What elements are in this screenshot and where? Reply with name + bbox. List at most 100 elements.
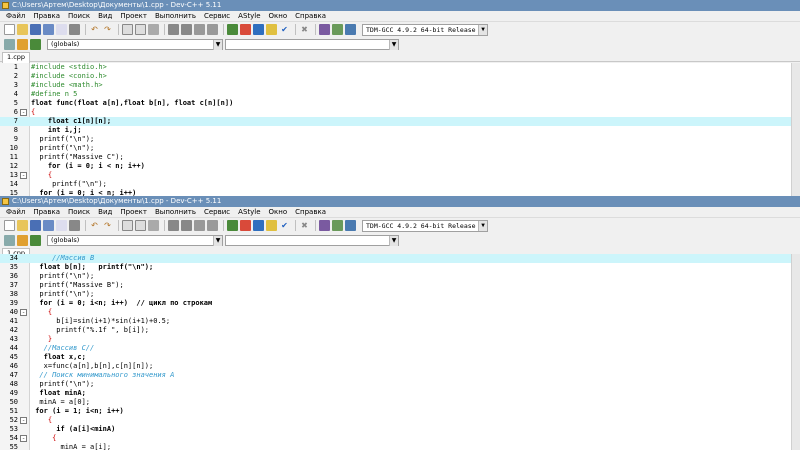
replace-icon[interactable] [135, 220, 146, 231]
vertical-scrollbar[interactable] [791, 63, 800, 198]
code-editor[interactable]: 1 #include <stdio.h> 2 #include <conio.h> 3 #… [0, 63, 800, 198]
close-file-icon[interactable] [56, 24, 67, 35]
new-file-icon[interactable] [4, 24, 15, 35]
toggle-comment-icon[interactable] [194, 24, 205, 35]
code-line[interactable]: 49 float minA; [0, 389, 800, 398]
code-line[interactable]: 14 printf("\n"); [0, 180, 800, 189]
run-icon[interactable] [240, 220, 251, 231]
open-folder-icon[interactable] [17, 24, 28, 35]
toggle-bookmark-icon[interactable] [30, 234, 41, 246]
menu-astyle[interactable]: AStyle [234, 207, 264, 218]
indent-icon[interactable] [168, 24, 179, 35]
code-line[interactable]: 51 for (i = 1; i<n; i++) [0, 407, 800, 416]
goto-line-icon[interactable] [148, 24, 159, 35]
vertical-scrollbar[interactable] [791, 254, 800, 450]
menu-help[interactable]: Справка [291, 207, 330, 218]
code-line[interactable]: 13- { [0, 171, 800, 180]
insert-icon[interactable] [17, 234, 28, 246]
save-icon[interactable] [30, 220, 41, 231]
save-icon[interactable] [30, 24, 41, 35]
fold-toggle-icon[interactable]: - [20, 435, 27, 442]
bookmark-icon[interactable] [207, 220, 218, 231]
profile-icon[interactable] [332, 24, 343, 35]
goto-line-icon[interactable] [148, 220, 159, 231]
code-line[interactable]: 3 #include <math.h> [0, 81, 800, 90]
function-combo[interactable]: ▼ [225, 234, 399, 246]
code-line[interactable]: 46 x=func(a[n],b[n],c[n][n]); [0, 362, 800, 371]
rebuild-icon[interactable] [266, 220, 277, 231]
menu-window[interactable]: Окно [265, 207, 292, 218]
menu-file[interactable]: Файл [2, 11, 29, 22]
menu-help[interactable]: Справка [291, 11, 330, 22]
debug-icon[interactable] [319, 220, 330, 231]
code-line[interactable]: 54- { [0, 434, 800, 443]
code-editor[interactable]: 34 //Массив B 35 float b[n]; printf("\n")… [0, 254, 800, 450]
code-line[interactable]: 4 #define n 5 [0, 90, 800, 99]
code-line[interactable]: 34 //Массив B [0, 254, 800, 263]
compiler-select[interactable]: TDM-GCC 4.9.2 64-bit Release ▼ [362, 219, 488, 232]
project-options-icon[interactable] [345, 220, 356, 231]
debug-icon[interactable] [319, 24, 330, 35]
close-file-icon[interactable] [56, 220, 67, 231]
code-line[interactable]: 12 for (i = 0; i < n; i++) [0, 162, 800, 171]
code-line[interactable]: 5 float func(float a[n],float b[n], float… [0, 99, 800, 108]
run-icon[interactable] [240, 24, 251, 35]
menu-astyle[interactable]: AStyle [234, 11, 264, 22]
menu-project[interactable]: Проект [116, 11, 151, 22]
undo-icon[interactable]: ↶ [89, 24, 100, 35]
replace-icon[interactable] [135, 24, 146, 35]
code-line[interactable]: 53 if (a[i]<minA) [0, 425, 800, 434]
fold-toggle-icon[interactable]: - [20, 109, 27, 116]
code-line[interactable]: 8 int i,j; [0, 126, 800, 135]
code-line[interactable]: 37 printf("Massive B"); [0, 281, 800, 290]
code-line[interactable]: 7 float c1[n][n]; [0, 117, 800, 126]
code-line[interactable]: 55 minA = a[i]; [0, 443, 800, 450]
insert-icon[interactable] [17, 38, 28, 50]
menu-search[interactable]: Поиск [64, 207, 94, 218]
menu-search[interactable]: Поиск [64, 11, 94, 22]
indent-icon[interactable] [168, 220, 179, 231]
code-line[interactable]: 36 printf("\n"); [0, 272, 800, 281]
menu-tools[interactable]: Сервис [200, 207, 234, 218]
undo-icon[interactable]: ↶ [89, 220, 100, 231]
find-icon[interactable] [122, 220, 133, 231]
compile-icon[interactable] [227, 220, 238, 231]
code-line[interactable]: 43 } [0, 335, 800, 344]
toggle-bookmark-icon[interactable] [30, 38, 41, 50]
code-line[interactable]: 41 b[i]=sin(i+1)*sin(i+1)+0.5; [0, 317, 800, 326]
fold-toggle-icon[interactable]: - [20, 309, 27, 316]
redo-icon[interactable]: ↷ [102, 220, 113, 231]
code-line[interactable]: 10 printf("\n"); [0, 144, 800, 153]
code-line[interactable]: 38 printf("\n"); [0, 290, 800, 299]
new-file-icon[interactable] [4, 220, 15, 231]
menu-execute[interactable]: Выполнить [151, 207, 200, 218]
check-syntax-icon[interactable]: ✔ [279, 24, 290, 35]
stop-icon[interactable]: ✖ [299, 24, 310, 35]
menu-edit[interactable]: Правка [29, 207, 64, 218]
fold-toggle-icon[interactable]: - [20, 172, 27, 179]
code-line[interactable]: 1 #include <stdio.h> [0, 63, 800, 72]
menu-view[interactable]: Вид [94, 11, 116, 22]
code-line[interactable]: 9 printf("\n"); [0, 135, 800, 144]
menu-window[interactable]: Окно [265, 11, 292, 22]
menu-view[interactable]: Вид [94, 207, 116, 218]
code-line[interactable]: 6-{ [0, 108, 800, 117]
stop-icon[interactable]: ✖ [299, 220, 310, 231]
redo-icon[interactable]: ↷ [102, 24, 113, 35]
find-icon[interactable] [122, 24, 133, 35]
code-line[interactable]: 44 //Массив C// [0, 344, 800, 353]
code-line[interactable]: 52- { [0, 416, 800, 425]
rebuild-icon[interactable] [266, 24, 277, 35]
toggle-comment-icon[interactable] [194, 220, 205, 231]
code-line[interactable]: 42 printf("%.1f ", b[i]); [0, 326, 800, 335]
menu-file[interactable]: Файл [2, 207, 29, 218]
tab-1-cpp[interactable]: 1.cpp [2, 52, 31, 63]
class-browser-icon[interactable] [4, 234, 15, 246]
print-icon[interactable] [69, 24, 80, 35]
compile-run-icon[interactable] [253, 220, 264, 231]
menu-project[interactable]: Проект [116, 207, 151, 218]
save-all-icon[interactable] [43, 24, 54, 35]
unindent-icon[interactable] [181, 24, 192, 35]
code-line[interactable]: 39 for (i = 0; i<n; i++) // цикл по стро… [0, 299, 800, 308]
save-all-icon[interactable] [43, 220, 54, 231]
